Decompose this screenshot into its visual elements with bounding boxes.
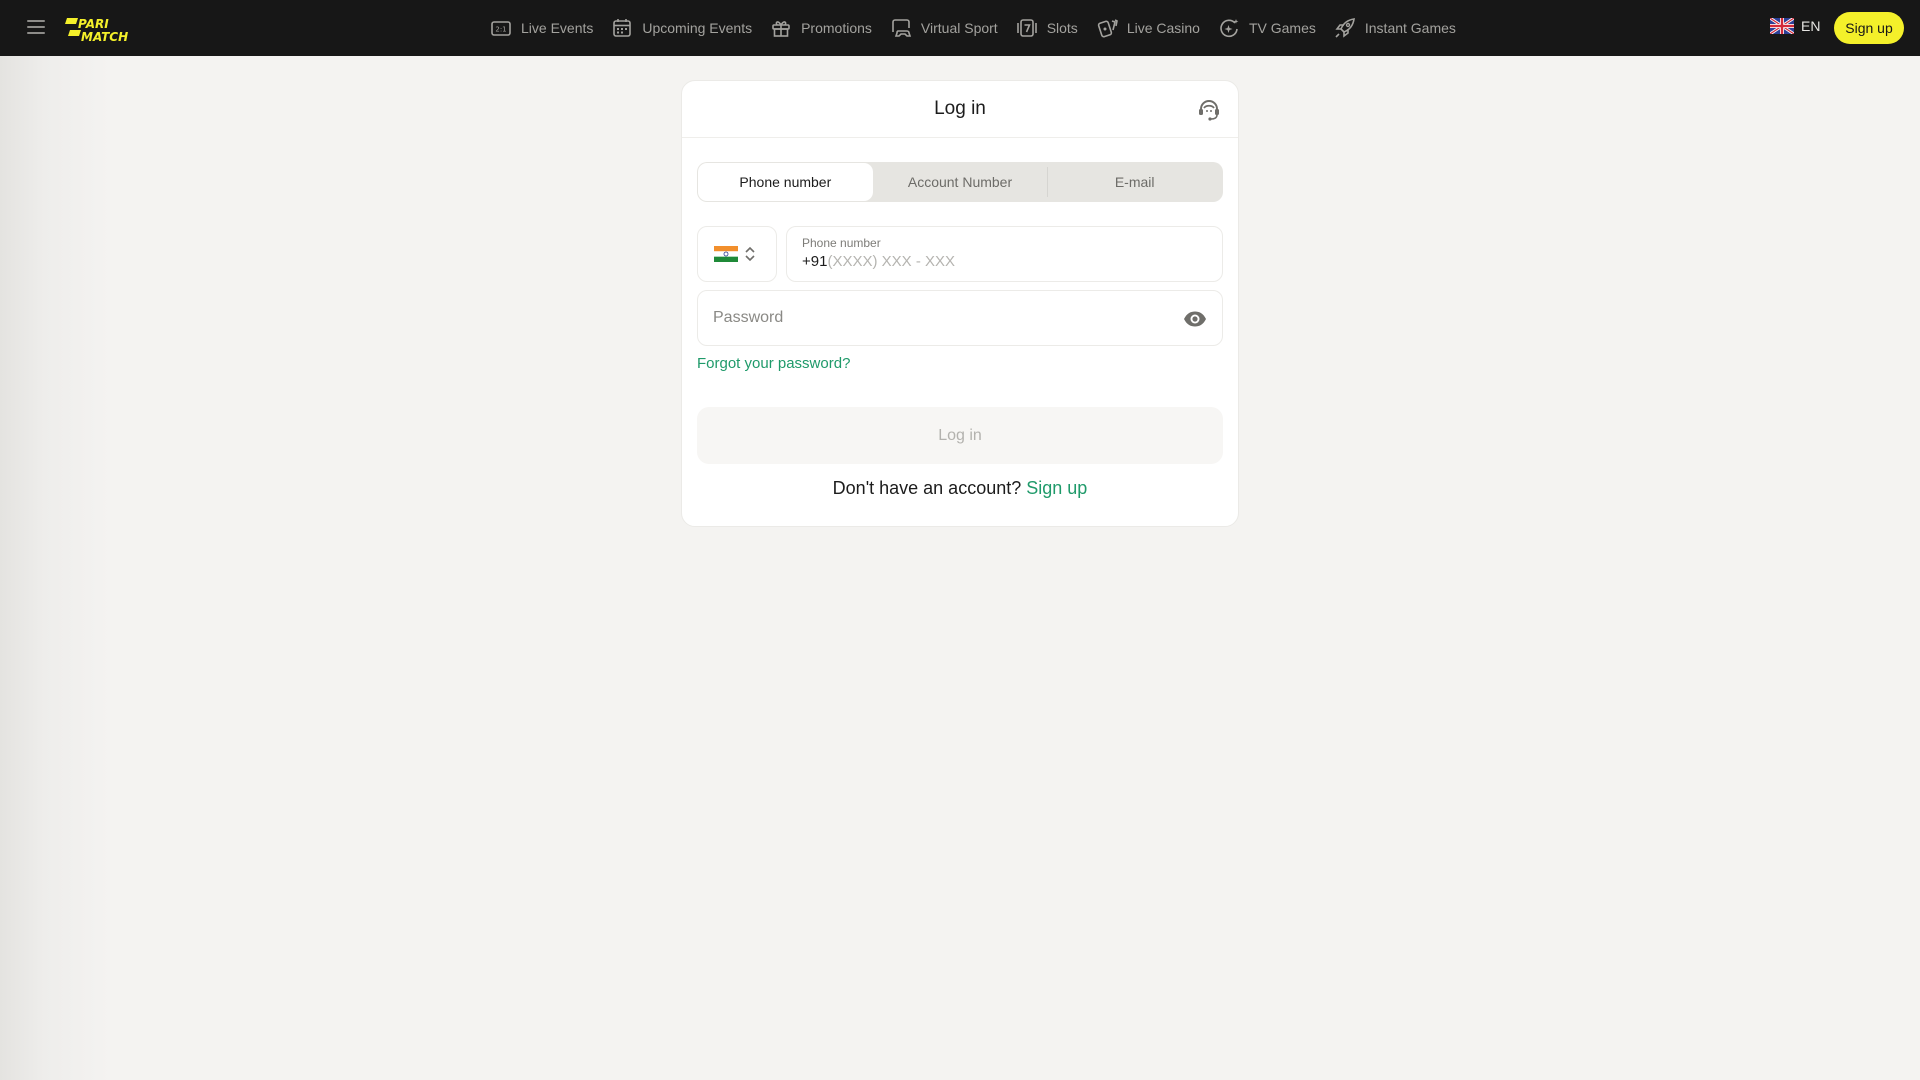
phone-number-field[interactable]: Phone number +91(XXXX) XXX - XXX <box>786 226 1223 282</box>
nav-label: Live Events <box>521 20 594 36</box>
login-title: Log in <box>934 98 986 119</box>
header-signup-button[interactable]: Sign up <box>1834 12 1904 44</box>
nav-virtual-sport[interactable]: Virtual Sport <box>890 0 998 56</box>
tab-phone-number[interactable]: Phone number <box>698 163 873 201</box>
slot-seven-icon <box>1016 19 1037 37</box>
gift-icon <box>772 21 790 37</box>
nav-label: Slots <box>1046 20 1078 36</box>
show-password-eye-icon[interactable] <box>1183 308 1207 330</box>
tab-email[interactable]: E-mail <box>1047 163 1222 201</box>
phone-field-label: Phone number <box>802 236 881 250</box>
calendar-icon <box>613 19 632 37</box>
login-card-header: Log in <box>682 81 1238 138</box>
nav-label: Virtual Sport <box>920 20 998 36</box>
page-edge-shade <box>0 56 110 1080</box>
login-submit-button[interactable]: Log in <box>697 407 1223 464</box>
india-flag-icon <box>714 246 738 262</box>
virtual-gamepad-icon <box>892 19 912 37</box>
nav-upcoming-events[interactable]: Upcoming Events <box>611 0 752 56</box>
parimatch-logo[interactable]: PARI MATCH <box>64 17 144 43</box>
uk-flag-icon <box>1770 18 1794 34</box>
phone-placeholder: (XXXX) XXX - XXX <box>827 253 955 270</box>
nav-label: Promotions <box>801 20 872 36</box>
nav-promotions[interactable]: Promotions <box>770 0 872 56</box>
support-headset-icon[interactable] <box>1196 97 1222 123</box>
no-account-text: Don't have an account? <box>832 478 1022 498</box>
login-method-tabs: Phone number Account Number E-mail <box>697 162 1223 202</box>
nav-label: Live Casino <box>1126 20 1200 36</box>
phone-prefix: +91 <box>802 253 828 270</box>
live-score-icon: 2:1 <box>491 21 511 36</box>
nav-label: TV Games <box>1248 20 1316 36</box>
country-code-select[interactable] <box>697 226 777 282</box>
nav-live-events[interactable]: 2:1 Live Events <box>490 0 593 56</box>
logo-text-bottom: MATCH <box>81 30 128 43</box>
password-placeholder: Password <box>713 309 784 326</box>
language-selector[interactable]: EN <box>1770 18 1820 34</box>
sparkle-tv-icon <box>1220 19 1239 38</box>
rocket-icon <box>1335 18 1355 38</box>
password-field[interactable]: Password <box>697 290 1223 346</box>
nav-label: Upcoming Events <box>642 20 753 36</box>
language-code: EN <box>1801 18 1821 34</box>
signup-link[interactable]: Sign up <box>1026 478 1087 498</box>
chevron-up-down-icon <box>745 246 755 262</box>
nav-instant-games[interactable]: Instant Games <box>1334 0 1456 56</box>
main-nav: 2:1 Live Events Upcoming Events Promotio… <box>490 0 1474 56</box>
svg-text:2:1: 2:1 <box>495 26 506 34</box>
no-account-prompt: Don't have an account? Sign up <box>682 478 1238 499</box>
login-card: Log in Phone number Account Number E-mai… <box>681 80 1239 527</box>
nav-label: Instant Games <box>1364 20 1456 36</box>
playing-cards-icon <box>1097 19 1118 38</box>
nav-tv-games[interactable]: TV Games <box>1218 0 1316 56</box>
top-header: PARI MATCH 2:1 Live Events Upcoming Even… <box>0 0 1920 56</box>
forgot-password-link[interactable]: Forgot your password? <box>697 355 850 372</box>
nav-slots[interactable]: Slots <box>1016 0 1078 56</box>
hamburger-menu-icon[interactable] <box>27 19 45 35</box>
tab-account-number[interactable]: Account Number <box>873 163 1048 201</box>
nav-live-casino[interactable]: Live Casino <box>1096 0 1200 56</box>
logo-text-top: PARI <box>78 17 109 31</box>
